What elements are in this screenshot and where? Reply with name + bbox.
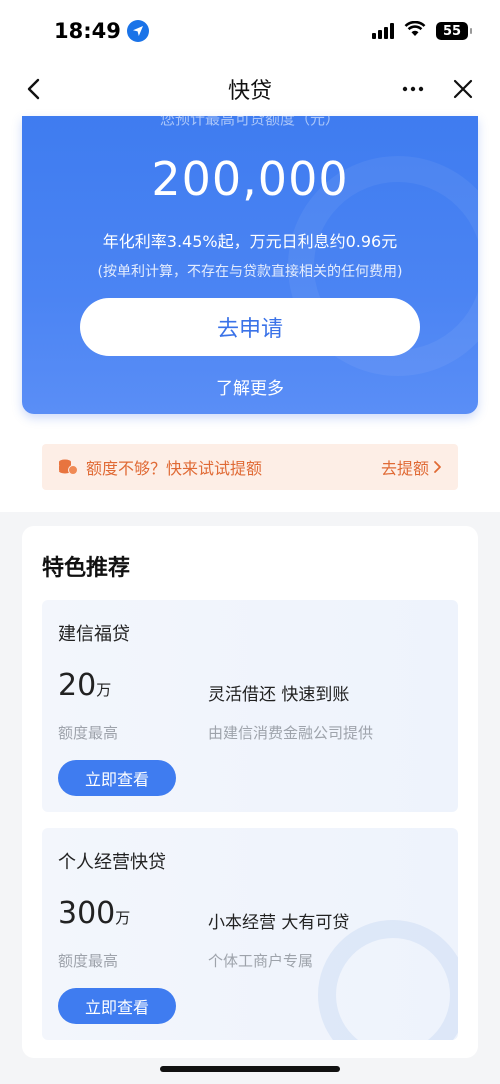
view-now-button[interactable]: 立即查看 bbox=[58, 760, 176, 796]
quota-label: 您预计最高可贷额度（元） bbox=[159, 116, 340, 128]
amount-caption: 额度最高 bbox=[58, 952, 119, 970]
status-time: 18:49 bbox=[54, 19, 149, 43]
nav-bar: 快贷 bbox=[0, 62, 500, 116]
increase-quota-label: 去提额 bbox=[380, 459, 429, 478]
status-bar: 18:49 55 bbox=[0, 0, 500, 62]
product-card-business-loan[interactable]: 个人经营快贷 300万 额度最高 小本经营 大有可贷 个体工商户专属 立即查看 bbox=[42, 828, 458, 1040]
amount-unit: 万 bbox=[115, 909, 131, 927]
battery-icon: 55 bbox=[436, 22, 472, 40]
close-button[interactable] bbox=[448, 74, 478, 104]
close-icon bbox=[453, 79, 473, 99]
location-arrow-icon bbox=[126, 20, 149, 42]
interest-rate-text: 年化利率3.45%起，万元日利息约0.96元 bbox=[102, 232, 398, 251]
status-time-text: 18:49 bbox=[54, 19, 121, 43]
wifi-icon bbox=[404, 20, 426, 41]
product-provider: 个体工商户专属 bbox=[208, 952, 314, 970]
status-indicators: 55 bbox=[372, 20, 472, 41]
interest-note: (按单利计算，不存在与贷款直接相关的任何费用) bbox=[97, 264, 403, 280]
quota-increase-banner[interactable]: 额度不够？快来试试提额 去提额 bbox=[42, 444, 458, 490]
amount-caption: 额度最高 bbox=[58, 724, 119, 742]
product-provider: 由建信消费金融公司提供 bbox=[208, 724, 374, 742]
product-feature: 小本经营 大有可贷 bbox=[208, 913, 350, 933]
product-card-jianxin-fudai[interactable]: 建信福贷 20万 额度最高 灵活借还 快速到账 由建信消费金融公司提供 立即查看 bbox=[42, 600, 458, 812]
more-button[interactable] bbox=[398, 74, 428, 104]
chevron-right-icon bbox=[434, 461, 441, 473]
home-indicator[interactable] bbox=[160, 1066, 340, 1072]
loan-quota-card: 您预计最高可贷额度（元） 200,000 年化利率3.45%起，万元日利息约0.… bbox=[22, 116, 478, 414]
quota-amount: 200,000 bbox=[151, 152, 349, 206]
top-section: 您预计最高可贷额度（元） 200,000 年化利率3.45%起，万元日利息约0.… bbox=[0, 116, 500, 512]
product-name: 个人经营快贷 bbox=[58, 852, 166, 873]
card-decoration bbox=[318, 920, 458, 1040]
page-title: 快贷 bbox=[227, 79, 272, 104]
featured-title: 特色推荐 bbox=[42, 556, 131, 581]
apply-button[interactable]: 去申请 bbox=[80, 298, 420, 356]
amount-value: 20 bbox=[58, 668, 97, 703]
coins-icon bbox=[59, 459, 78, 475]
amount-unit: 万 bbox=[96, 681, 112, 699]
product-feature: 灵活借还 快速到账 bbox=[208, 685, 350, 705]
more-dots-icon bbox=[402, 86, 424, 92]
battery-level: 55 bbox=[442, 23, 462, 39]
back-button[interactable] bbox=[18, 74, 48, 104]
featured-section: 特色推荐 建信福贷 20万 额度最高 灵活借还 快速到账 由建信消费金融公司提供… bbox=[22, 526, 478, 1058]
chevron-left-icon bbox=[27, 78, 40, 100]
cellular-signal-icon bbox=[372, 23, 394, 39]
product-name: 建信福贷 bbox=[58, 624, 130, 645]
view-now-button[interactable]: 立即查看 bbox=[58, 988, 176, 1024]
quota-banner-text: 额度不够？快来试试提额 bbox=[86, 459, 263, 478]
quota-banner-left: 额度不够？快来试试提额 bbox=[58, 455, 262, 479]
product-amount: 20万 bbox=[58, 668, 111, 703]
amount-value: 300 bbox=[58, 896, 116, 931]
increase-quota-link[interactable]: 去提额 bbox=[381, 455, 442, 479]
learn-more-link[interactable]: 了解更多 bbox=[22, 374, 478, 399]
product-amount: 300万 bbox=[58, 896, 130, 931]
